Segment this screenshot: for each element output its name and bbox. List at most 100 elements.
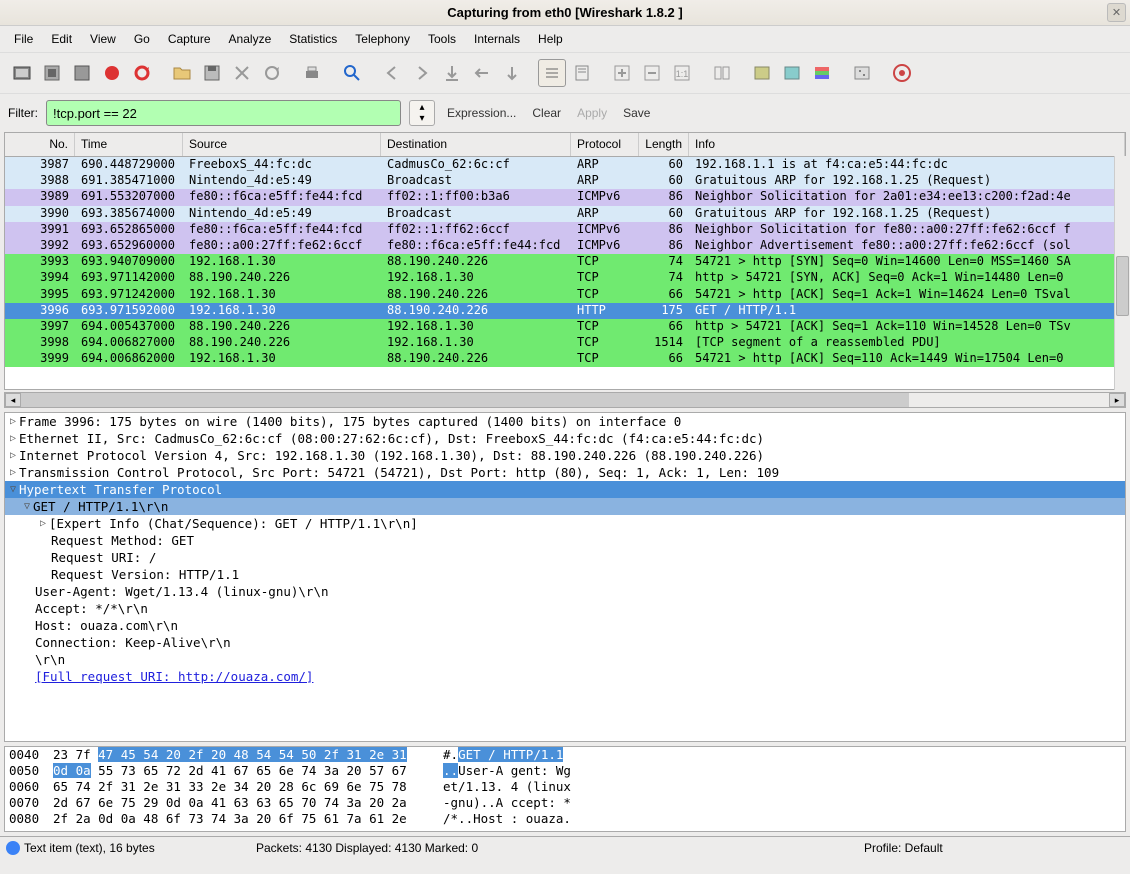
packet-row[interactable]: 3996693.971592000192.168.1.3088.190.240.… <box>5 303 1125 319</box>
help-icon[interactable] <box>888 59 916 87</box>
menu-capture[interactable]: Capture <box>160 29 219 49</box>
hex-pane[interactable]: 004023 7f 47 45 54 20 2f 20 48 54 54 50 … <box>4 746 1126 832</box>
menu-go[interactable]: Go <box>126 29 158 49</box>
detail-expert[interactable]: ▷[Expert Info (Chat/Sequence): GET / HTT… <box>5 515 1125 532</box>
menu-help[interactable]: Help <box>530 29 571 49</box>
go-forward-icon[interactable] <box>408 59 436 87</box>
filter-dropdown-icon[interactable]: ▴▾ <box>409 100 435 126</box>
detail-ip[interactable]: ▷Internet Protocol Version 4, Src: 192.1… <box>5 447 1125 464</box>
packet-row[interactable]: 3991693.652865000fe80::f6ca:e5ff:fe44:fc… <box>5 222 1125 238</box>
col-header-length[interactable]: Length <box>639 133 689 156</box>
menu-tools[interactable]: Tools <box>420 29 464 49</box>
save-button[interactable]: Save <box>619 106 654 120</box>
packet-row[interactable]: 3995693.971242000192.168.1.3088.190.240.… <box>5 287 1125 303</box>
detail-full-uri[interactable]: [Full request URI: http://ouaza.com/] <box>5 668 1125 685</box>
capture-filters-icon[interactable] <box>748 59 776 87</box>
go-back-icon[interactable] <box>378 59 406 87</box>
packet-row[interactable]: 3993693.940709000192.168.1.3088.190.240.… <box>5 254 1125 270</box>
menu-view[interactable]: View <box>82 29 124 49</box>
open-file-icon[interactable] <box>168 59 196 87</box>
options-icon[interactable] <box>38 59 66 87</box>
status-mid: Packets: 4130 Displayed: 4130 Marked: 0 <box>256 841 478 855</box>
col-header-source[interactable]: Source <box>183 133 381 156</box>
packet-list-vscroll[interactable] <box>1114 156 1130 390</box>
col-header-protocol[interactable]: Protocol <box>571 133 639 156</box>
packet-row[interactable]: 3998694.00682700088.190.240.226192.168.1… <box>5 335 1125 351</box>
print-icon[interactable] <box>298 59 326 87</box>
packet-list-header: No. Time Source Destination Protocol Len… <box>5 133 1125 157</box>
zoom-out-icon[interactable] <box>638 59 666 87</box>
details-pane[interactable]: ▷Frame 3996: 175 bytes on wire (1400 bit… <box>4 412 1126 742</box>
packet-row[interactable]: 3994693.97114200088.190.240.226192.168.1… <box>5 270 1125 286</box>
hex-row[interactable]: 00802f 2a 0d 0a 48 6f 73 74 3a 20 6f 75 … <box>5 811 1125 827</box>
filter-input[interactable] <box>46 100 401 126</box>
close-button[interactable]: ✕ <box>1107 3 1126 22</box>
start-capture-icon[interactable] <box>68 59 96 87</box>
menu-statistics[interactable]: Statistics <box>281 29 345 49</box>
detail-uri[interactable]: Request URI: / <box>5 549 1125 566</box>
col-header-info[interactable]: Info <box>689 133 1125 156</box>
go-last-icon[interactable] <box>498 59 526 87</box>
status-left: Text item (text), 16 bytes <box>24 841 155 855</box>
interfaces-icon[interactable] <box>8 59 36 87</box>
col-header-time[interactable]: Time <box>75 133 183 156</box>
packet-list-hscroll[interactable]: ◂ ▸ <box>4 392 1126 408</box>
zoom-in-icon[interactable] <box>608 59 636 87</box>
hex-row[interactable]: 00500d 0a 55 73 65 72 2d 41 67 65 6e 74 … <box>5 763 1125 779</box>
display-filters-icon[interactable] <box>778 59 806 87</box>
close-file-icon[interactable] <box>228 59 256 87</box>
svg-text:1:1: 1:1 <box>676 69 689 79</box>
preferences-icon[interactable] <box>848 59 876 87</box>
packet-row[interactable]: 3992693.652960000fe80::a00:27ff:fe62:6cc… <box>5 238 1125 254</box>
colorize-icon[interactable] <box>538 59 566 87</box>
hex-row[interactable]: 006065 74 2f 31 2e 31 33 2e 34 20 28 6c … <box>5 779 1125 795</box>
reload-icon[interactable] <box>258 59 286 87</box>
detail-user-agent[interactable]: User-Agent: Wget/1.13.4 (linux-gnu)\r\n <box>5 583 1125 600</box>
col-header-destination[interactable]: Destination <box>381 133 571 156</box>
detail-http[interactable]: ▽Hypertext Transfer Protocol <box>5 481 1125 498</box>
detail-connection[interactable]: Connection: Keep-Alive\r\n <box>5 634 1125 651</box>
packet-row[interactable]: 3987690.448729000FreeboxS_44:fc:dcCadmus… <box>5 157 1125 173</box>
detail-frame[interactable]: ▷Frame 3996: 175 bytes on wire (1400 bit… <box>5 413 1125 430</box>
status-right: Profile: Default <box>864 841 943 855</box>
detail-accept[interactable]: Accept: */*\r\n <box>5 600 1125 617</box>
hscroll-left-icon[interactable]: ◂ <box>5 393 21 407</box>
hex-row[interactable]: 004023 7f 47 45 54 20 2f 20 48 54 54 50 … <box>5 747 1125 763</box>
auto-scroll-icon[interactable] <box>568 59 596 87</box>
menu-file[interactable]: File <box>6 29 41 49</box>
resize-columns-icon[interactable] <box>708 59 736 87</box>
packet-row[interactable]: 3999694.006862000192.168.1.3088.190.240.… <box>5 351 1125 367</box>
detail-get-line[interactable]: ▽GET / HTTP/1.1\r\n <box>5 498 1125 515</box>
filter-label: Filter: <box>8 106 38 120</box>
packet-row[interactable]: 3989691.553207000fe80::f6ca:e5ff:fe44:fc… <box>5 189 1125 205</box>
save-file-icon[interactable] <box>198 59 226 87</box>
expression-button[interactable]: Expression... <box>443 106 520 120</box>
menu-edit[interactable]: Edit <box>43 29 80 49</box>
menu-internals[interactable]: Internals <box>466 29 528 49</box>
go-first-icon[interactable] <box>468 59 496 87</box>
detail-version[interactable]: Request Version: HTTP/1.1 <box>5 566 1125 583</box>
go-to-icon[interactable] <box>438 59 466 87</box>
detail-method[interactable]: Request Method: GET <box>5 532 1125 549</box>
packet-list-pane: No. Time Source Destination Protocol Len… <box>0 132 1130 390</box>
zoom-100-icon[interactable]: 1:1 <box>668 59 696 87</box>
hex-row[interactable]: 00702d 67 6e 75 29 0d 0a 41 63 63 65 70 … <box>5 795 1125 811</box>
coloring-rules-icon[interactable] <box>808 59 836 87</box>
packet-row[interactable]: 3988691.385471000Nintendo_4d:e5:49Broadc… <box>5 173 1125 189</box>
detail-crlf[interactable]: \r\n <box>5 651 1125 668</box>
find-icon[interactable] <box>338 59 366 87</box>
menu-telephony[interactable]: Telephony <box>347 29 418 49</box>
hscroll-right-icon[interactable]: ▸ <box>1109 393 1125 407</box>
clear-button[interactable]: Clear <box>528 106 565 120</box>
detail-tcp[interactable]: ▷Transmission Control Protocol, Src Port… <box>5 464 1125 481</box>
restart-capture-icon[interactable] <box>128 59 156 87</box>
detail-host[interactable]: Host: ouaza.com\r\n <box>5 617 1125 634</box>
packet-row[interactable]: 3990693.385674000Nintendo_4d:e5:49Broadc… <box>5 206 1125 222</box>
packet-row[interactable]: 3997694.00543700088.190.240.226192.168.1… <box>5 319 1125 335</box>
detail-ethernet[interactable]: ▷Ethernet II, Src: CadmusCo_62:6c:cf (08… <box>5 430 1125 447</box>
stop-capture-icon[interactable] <box>98 59 126 87</box>
col-header-no[interactable]: No. <box>5 133 75 156</box>
menu-analyze[interactable]: Analyze <box>221 29 280 49</box>
packet-list-body[interactable]: 3987690.448729000FreeboxS_44:fc:dcCadmus… <box>5 157 1125 367</box>
apply-button[interactable]: Apply <box>573 106 611 120</box>
